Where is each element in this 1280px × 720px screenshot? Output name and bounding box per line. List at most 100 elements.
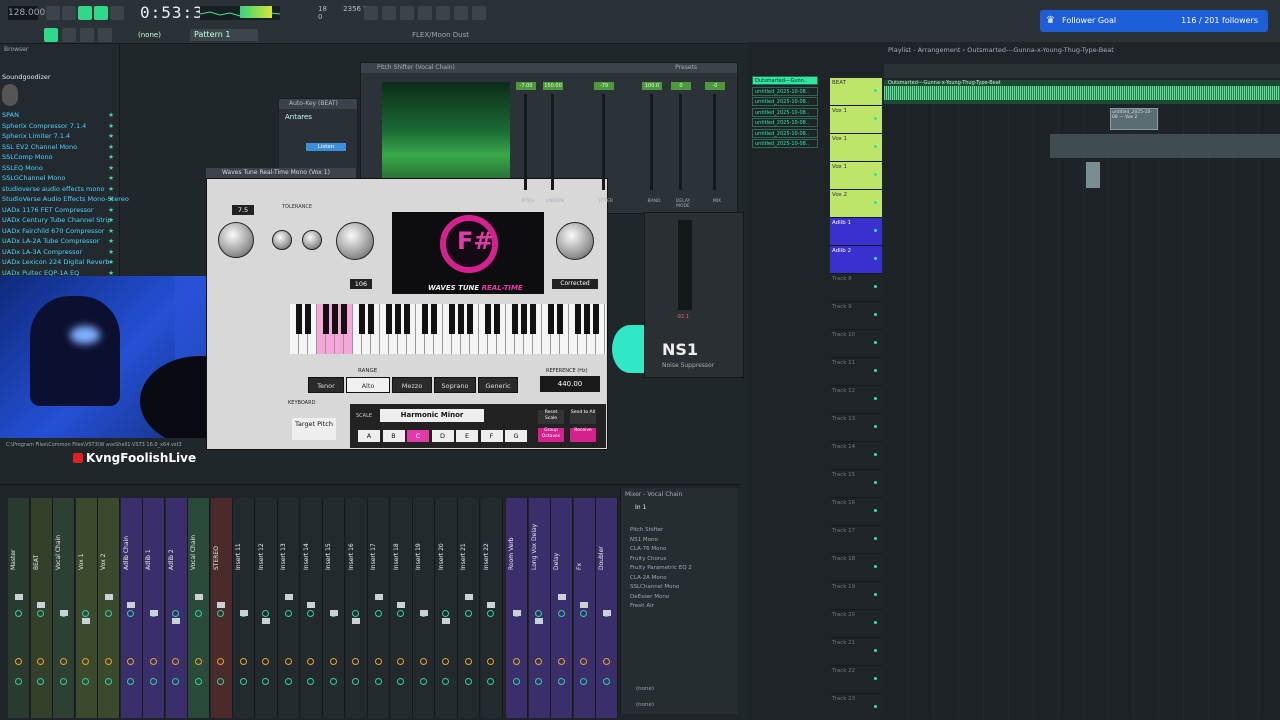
mixer-strip[interactable]: Insert 21 bbox=[458, 498, 480, 718]
volume-fader[interactable] bbox=[284, 594, 293, 600]
track-led[interactable] bbox=[874, 229, 877, 232]
volume-fader[interactable] bbox=[104, 594, 113, 600]
volume-fader[interactable] bbox=[602, 610, 611, 616]
stereo-knob[interactable] bbox=[284, 658, 292, 665]
track-header[interactable]: Track 14 bbox=[830, 442, 882, 470]
black-key[interactable] bbox=[359, 304, 365, 334]
send-knob[interactable] bbox=[262, 678, 269, 685]
pan-knob[interactable] bbox=[127, 610, 134, 617]
track-led[interactable] bbox=[874, 285, 877, 288]
star-icon[interactable]: ★ bbox=[108, 164, 114, 172]
export-icon[interactable] bbox=[472, 6, 486, 20]
range-mezzo-soprano-button[interactable]: Mezzo Soprano bbox=[392, 377, 432, 406]
send-knob[interactable] bbox=[127, 678, 134, 685]
black-key[interactable] bbox=[584, 304, 590, 334]
reference-hz-field[interactable]: 440.00 bbox=[540, 376, 600, 392]
mixer-strip[interactable]: Room Verb bbox=[506, 498, 528, 718]
mixer-strip[interactable]: Insert 12 bbox=[255, 498, 278, 718]
volume-fader[interactable] bbox=[464, 594, 473, 600]
pan-knob[interactable] bbox=[14, 610, 22, 617]
send-knob[interactable] bbox=[535, 678, 542, 685]
tempo-display[interactable]: 128.000 bbox=[8, 6, 45, 20]
track-led[interactable] bbox=[874, 593, 877, 596]
volume-fader[interactable] bbox=[442, 618, 450, 624]
track-led[interactable] bbox=[874, 145, 877, 148]
mixer-strip[interactable]: Insert 22 bbox=[480, 498, 503, 718]
star-icon[interactable]: ★ bbox=[108, 248, 114, 256]
track-led[interactable] bbox=[874, 677, 877, 680]
browser-item[interactable]: SSLEQ Mono ★ bbox=[2, 164, 118, 172]
fx-slot[interactable]: Fruity Chorus bbox=[630, 556, 730, 562]
black-key[interactable] bbox=[467, 304, 473, 334]
mixer-strip[interactable]: Adlib Chain bbox=[120, 498, 143, 718]
browser-item[interactable]: UADx Century Tube Channel Strip ★ bbox=[2, 216, 118, 224]
volume-fader[interactable] bbox=[239, 610, 248, 616]
browser-item[interactable]: Spherix Compressor 7.1.4 ★ bbox=[2, 122, 118, 130]
pan-knob[interactable] bbox=[37, 610, 44, 617]
mode-select[interactable]: (none) bbox=[138, 31, 161, 39]
track-header[interactable]: Vox 1 bbox=[830, 106, 882, 134]
send-knob[interactable] bbox=[172, 678, 179, 685]
volume-fader[interactable] bbox=[580, 602, 588, 608]
track-header[interactable]: Track 21 bbox=[830, 638, 882, 666]
volume-fader[interactable] bbox=[217, 602, 225, 608]
pan-knob[interactable] bbox=[535, 610, 542, 617]
track-led[interactable] bbox=[874, 313, 877, 316]
mixer-strip[interactable]: Insert 13 bbox=[278, 498, 300, 718]
stereo-knob[interactable] bbox=[374, 658, 382, 665]
star-icon[interactable]: ★ bbox=[108, 111, 114, 119]
track-header[interactable]: Adlib 1 bbox=[830, 218, 882, 246]
track-header[interactable]: Vox 1 bbox=[830, 162, 882, 190]
mixer-strip[interactable]: Adlib 2 bbox=[165, 498, 188, 718]
track-led[interactable] bbox=[874, 649, 877, 652]
fx-slot[interactable]: SSLChannel Mono bbox=[630, 584, 730, 590]
star-icon[interactable]: ★ bbox=[108, 132, 114, 140]
mixer-strip[interactable]: Master bbox=[8, 498, 30, 718]
mouse-cursor-clip[interactable] bbox=[1086, 162, 1100, 188]
pan-knob[interactable] bbox=[284, 610, 292, 617]
star-icon[interactable]: ★ bbox=[108, 258, 114, 266]
arrow-icon[interactable] bbox=[62, 28, 76, 42]
fx-slot[interactable]: NS1 Mono bbox=[630, 537, 730, 543]
fx-slot[interactable]: Fruity Parametric EQ 2 bbox=[630, 565, 730, 571]
stereo-knob[interactable] bbox=[217, 658, 224, 665]
speed-knob[interactable] bbox=[218, 222, 254, 258]
stereo-knob[interactable] bbox=[419, 658, 427, 665]
track-header[interactable]: Track 18 bbox=[830, 554, 882, 582]
star-icon[interactable]: ★ bbox=[108, 237, 114, 245]
pan-knob[interactable] bbox=[557, 610, 565, 617]
pattern-item[interactable]: untitled_2025-10-08.. bbox=[752, 107, 818, 117]
pattern-item[interactable]: untitled_2025-10-08.. bbox=[752, 139, 818, 148]
stereo-knob[interactable] bbox=[535, 658, 542, 665]
stereo-knob[interactable] bbox=[602, 658, 610, 665]
pan-knob[interactable] bbox=[104, 610, 112, 617]
volume-fader[interactable] bbox=[14, 594, 23, 600]
star-icon[interactable]: ★ bbox=[108, 185, 114, 193]
snap-icon[interactable] bbox=[44, 28, 58, 42]
ns1-fader[interactable] bbox=[678, 220, 692, 310]
ps-fader[interactable] bbox=[602, 94, 605, 190]
black-key[interactable] bbox=[458, 304, 464, 334]
mixer-strip[interactable]: Insert 17 bbox=[368, 498, 390, 718]
black-key[interactable] bbox=[485, 304, 491, 334]
black-key[interactable] bbox=[530, 304, 536, 334]
link-icon[interactable] bbox=[418, 6, 432, 20]
tolerance-knob-2[interactable] bbox=[302, 230, 322, 250]
send-knob[interactable] bbox=[374, 678, 382, 685]
black-key[interactable] bbox=[386, 304, 392, 334]
send-knob[interactable] bbox=[307, 678, 314, 685]
stereo-knob[interactable] bbox=[194, 658, 202, 665]
black-key[interactable] bbox=[557, 304, 563, 334]
reset-scale-button[interactable]: Reset Scale bbox=[538, 410, 564, 424]
mixer-strip[interactable]: Insert 15 bbox=[323, 498, 345, 718]
volume-fader[interactable] bbox=[352, 618, 360, 624]
range-soprano-button[interactable]: Soprano bbox=[434, 377, 476, 393]
send-to-all-button[interactable]: Send to All bbox=[570, 410, 596, 424]
note-e-button[interactable]: E bbox=[456, 430, 478, 442]
mixer-input[interactable]: In 1 bbox=[635, 504, 646, 511]
track-led[interactable] bbox=[874, 621, 877, 624]
note-f-button[interactable]: F bbox=[480, 430, 503, 442]
vox-clip-ghost[interactable] bbox=[1050, 134, 1280, 158]
volume-fader[interactable] bbox=[535, 618, 543, 624]
pan-knob[interactable] bbox=[82, 610, 89, 617]
